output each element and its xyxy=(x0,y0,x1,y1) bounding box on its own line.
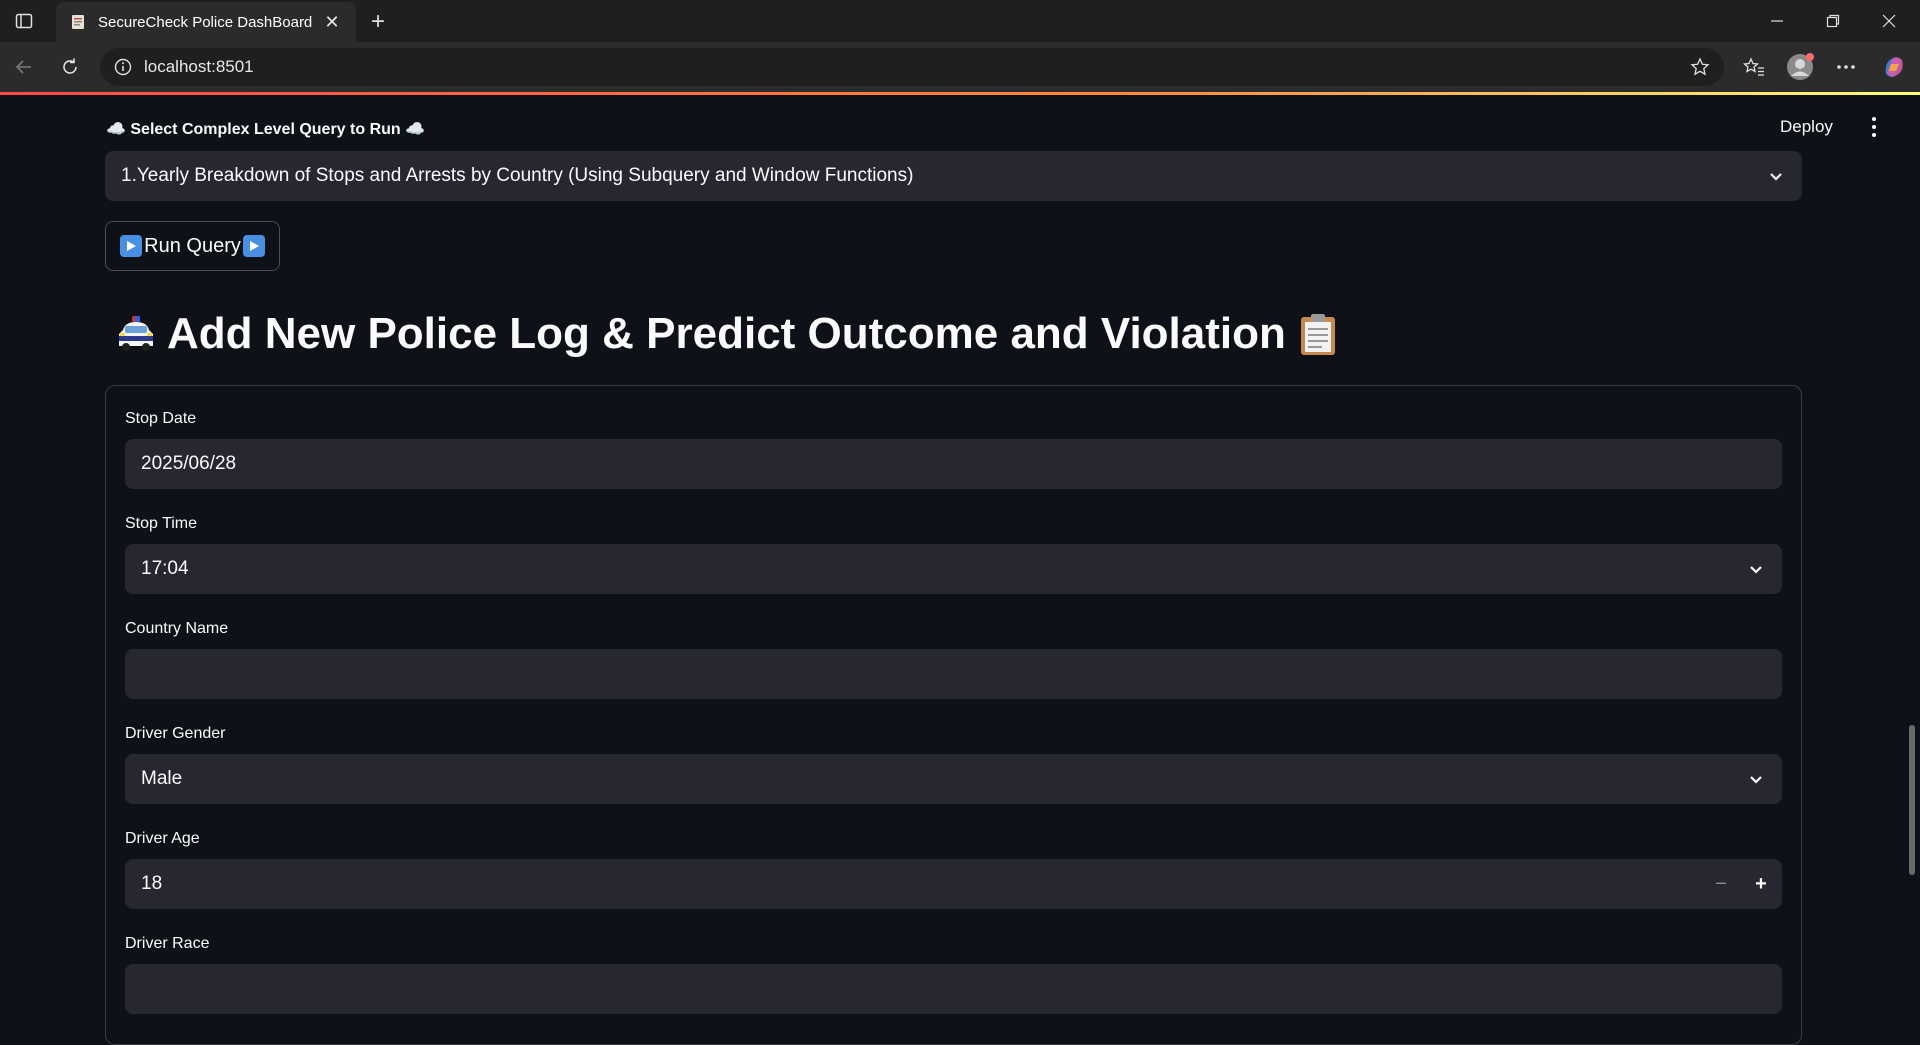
page-scrollbar[interactable] xyxy=(1904,95,1920,1020)
police-car-icon xyxy=(119,316,153,351)
sidebar-toggle-icon[interactable] xyxy=(12,9,36,33)
stop-date-value: 2025/06/28 xyxy=(141,453,237,474)
restore-icon[interactable] xyxy=(1818,8,1848,34)
chevron-down-icon xyxy=(1750,776,1762,784)
play-icon xyxy=(242,235,265,257)
minimize-icon[interactable] xyxy=(1762,8,1792,34)
page-title: Add New Police Log & Predict Outcome and… xyxy=(115,309,1338,359)
police-log-form: Stop Date 2025/06/28 Stop Time 17:04 Cou… xyxy=(105,385,1802,1045)
driver-age-input[interactable]: 18 − + xyxy=(125,859,1782,909)
address-bar[interactable]: localhost:8501 xyxy=(100,48,1724,86)
query-select-value: 1.Yearly Breakdown of Stops and Arrests … xyxy=(121,165,914,186)
tab-title: SecureCheck Police DashBoard xyxy=(98,13,313,31)
play-icon xyxy=(120,235,143,257)
run-query-label: Run Query xyxy=(144,234,241,257)
more-options-icon[interactable] xyxy=(1830,51,1862,83)
driver-age-value: 18 xyxy=(141,873,163,894)
driver-gender-value: Male xyxy=(141,768,183,789)
browser-toolbar: localhost:8501 xyxy=(0,42,1920,92)
decrement-icon[interactable]: − xyxy=(1710,872,1732,896)
driver-gender-select[interactable]: Male xyxy=(125,754,1782,804)
copilot-icon[interactable] xyxy=(1878,51,1910,83)
page-favicon-icon xyxy=(72,15,84,29)
clipboard-icon xyxy=(1300,314,1335,355)
query-select-label: ☁️ Select Complex Level Query to Run ☁️ xyxy=(106,121,426,138)
driver-age-stepper: − + xyxy=(1710,872,1772,896)
close-window-icon[interactable] xyxy=(1874,8,1904,34)
driver-age-label: Driver Age xyxy=(125,830,200,847)
query-select[interactable]: 1.Yearly Breakdown of Stops and Arrests … xyxy=(105,151,1802,201)
stop-time-select[interactable]: 17:04 xyxy=(125,544,1782,594)
chevron-down-icon xyxy=(1750,566,1762,574)
stop-time-label: Stop Time xyxy=(125,515,198,532)
run-query-button[interactable]: Run Query xyxy=(105,221,280,271)
back-icon[interactable] xyxy=(8,51,40,83)
driver-race-label: Driver Race xyxy=(125,935,210,952)
favorite-star-icon[interactable] xyxy=(1690,57,1710,77)
url-text: localhost:8501 xyxy=(144,57,254,76)
reload-icon[interactable] xyxy=(54,51,86,83)
browser-tab[interactable]: SecureCheck Police DashBoard ✕ xyxy=(56,2,356,42)
app-main: Deploy ☁️ Select Complex Level Query to … xyxy=(0,95,1920,1045)
country-name-label: Country Name xyxy=(125,620,229,637)
driver-gender-label: Driver Gender xyxy=(125,725,226,742)
scrollbar-thumb[interactable] xyxy=(1909,725,1915,875)
stop-date-input[interactable]: 2025/06/28 xyxy=(125,439,1782,489)
browser-tab-bar: SecureCheck Police DashBoard ✕ + xyxy=(0,0,1920,42)
site-info-icon[interactable] xyxy=(114,58,132,76)
profile-avatar[interactable] xyxy=(1784,51,1816,83)
app-menu-icon[interactable] xyxy=(1866,117,1882,137)
increment-icon[interactable]: + xyxy=(1750,872,1772,896)
page-title-text: Add New Police Log & Predict Outcome and… xyxy=(167,309,1286,358)
driver-race-input[interactable] xyxy=(125,964,1782,1014)
chevron-down-icon xyxy=(1770,173,1782,181)
deploy-button[interactable]: Deploy xyxy=(1780,117,1833,137)
tab-close-icon[interactable]: ✕ xyxy=(322,12,342,33)
country-name-input[interactable] xyxy=(125,649,1782,699)
stop-date-label: Stop Date xyxy=(125,410,197,427)
new-tab-icon[interactable]: + xyxy=(364,8,392,36)
favorites-icon[interactable] xyxy=(1738,51,1770,83)
stop-time-value: 17:04 xyxy=(141,558,189,579)
